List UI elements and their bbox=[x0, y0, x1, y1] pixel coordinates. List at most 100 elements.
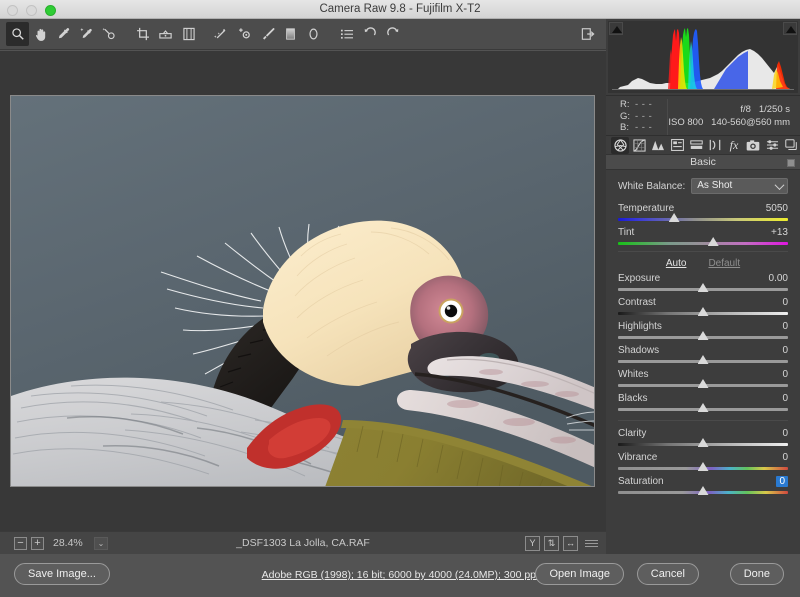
slider-knob-tint[interactable] bbox=[707, 237, 719, 246]
radial-filter-tool[interactable] bbox=[302, 22, 325, 46]
slider-knob-shadows[interactable] bbox=[697, 355, 709, 364]
red-eye-tool[interactable] bbox=[233, 22, 256, 46]
slider-track-exposure[interactable] bbox=[618, 283, 788, 292]
slider-track-contrast[interactable] bbox=[618, 307, 788, 316]
slider-knob-highlights[interactable] bbox=[697, 331, 709, 340]
tab-split-toning[interactable] bbox=[687, 137, 705, 154]
tab-tone-curve[interactable] bbox=[630, 137, 648, 154]
slider-knob-clarity[interactable] bbox=[697, 438, 709, 447]
slider-value-exposure[interactable]: 0.00 bbox=[769, 273, 788, 284]
tab-camera-calibration[interactable] bbox=[744, 137, 762, 154]
chevron-down-icon bbox=[774, 180, 785, 191]
slider-value-whites[interactable]: 0 bbox=[782, 369, 788, 380]
tab-lens-corrections[interactable] bbox=[706, 137, 724, 154]
slider-value-saturation[interactable]: 0 bbox=[776, 476, 788, 487]
open-image-button[interactable]: Open Image bbox=[535, 563, 624, 585]
rgb-row-g: G: - - - bbox=[620, 111, 667, 123]
slider-label-clarity: Clarity bbox=[618, 428, 647, 439]
cancel-button[interactable]: Cancel bbox=[636, 563, 699, 585]
slider-track-whites[interactable] bbox=[618, 379, 788, 388]
targeted-adjustment-tool[interactable] bbox=[98, 22, 121, 46]
tab-presets[interactable] bbox=[763, 137, 781, 154]
highlight-clipping-warning-icon[interactable] bbox=[783, 22, 797, 35]
slider-knob-exposure[interactable] bbox=[697, 283, 709, 292]
tab-effects[interactable]: fx bbox=[725, 137, 743, 154]
slider-shadows[interactable]: Shadows 0 bbox=[618, 345, 788, 364]
panel-menu-icon[interactable] bbox=[787, 159, 795, 167]
slider-vibrance[interactable]: Vibrance 0 bbox=[618, 452, 788, 471]
toggle-filmstrip-button[interactable] bbox=[578, 24, 598, 44]
slider-value-blacks[interactable]: 0 bbox=[782, 393, 788, 404]
histogram-svg bbox=[608, 21, 798, 93]
white-balance-tool[interactable] bbox=[52, 22, 75, 46]
slider-whites[interactable]: Whites 0 bbox=[618, 369, 788, 388]
rotate-right-tool[interactable] bbox=[381, 22, 404, 46]
file-name-label: _DSF1303 La Jolla, CA.RAF bbox=[236, 537, 370, 549]
save-image-button[interactable]: Save Image... bbox=[14, 563, 110, 585]
slider-knob-temperature[interactable] bbox=[668, 213, 680, 222]
slider-track-temperature[interactable] bbox=[618, 213, 788, 222]
graduated-filter-tool[interactable] bbox=[279, 22, 302, 46]
slider-track-tint[interactable] bbox=[618, 237, 788, 246]
slider-temperature[interactable]: Temperature 5050 bbox=[618, 203, 788, 222]
preferences-tool[interactable] bbox=[335, 22, 358, 46]
slider-track-blacks[interactable] bbox=[618, 403, 788, 412]
slider-blacks[interactable]: Blacks 0 bbox=[618, 393, 788, 412]
slider-knob-whites[interactable] bbox=[697, 379, 709, 388]
zoom-tool[interactable] bbox=[6, 22, 29, 46]
shadow-clipping-warning-icon[interactable] bbox=[609, 22, 623, 35]
rotate-left-tool[interactable] bbox=[358, 22, 381, 46]
tab-detail[interactable] bbox=[649, 137, 667, 154]
toggle-before-after-vertical-button[interactable]: ⇅ bbox=[544, 535, 559, 551]
straighten-tool[interactable] bbox=[154, 22, 177, 46]
auto-link[interactable]: Auto bbox=[666, 258, 687, 269]
slider-knob-blacks[interactable] bbox=[697, 403, 709, 412]
spot-removal-tool[interactable] bbox=[210, 22, 233, 46]
crop-tool[interactable] bbox=[131, 22, 154, 46]
slider-value-highlights[interactable]: 0 bbox=[782, 321, 788, 332]
default-link[interactable]: Default bbox=[708, 258, 740, 269]
slider-value-contrast[interactable]: 0 bbox=[782, 297, 788, 308]
done-button[interactable]: Done bbox=[729, 563, 784, 585]
image-preview-area[interactable] bbox=[0, 51, 606, 531]
slider-label-tint: Tint bbox=[618, 227, 635, 238]
white-balance-value: As Shot bbox=[697, 180, 733, 191]
slider-value-clarity[interactable]: 0 bbox=[782, 428, 788, 439]
tab-hsl-grayscale[interactable] bbox=[668, 137, 686, 154]
preview-options-icon[interactable] bbox=[585, 539, 598, 547]
slider-value-vibrance[interactable]: 0 bbox=[782, 452, 788, 463]
panel-title-bar: Basic bbox=[606, 154, 800, 170]
slider-track-highlights[interactable] bbox=[618, 331, 788, 340]
slider-saturation[interactable]: Saturation 0 bbox=[618, 476, 788, 495]
slider-knob-saturation[interactable] bbox=[697, 486, 709, 495]
slider-track-saturation[interactable] bbox=[618, 486, 788, 495]
histogram-panel bbox=[606, 19, 800, 95]
toggle-highlight-clipping-button[interactable]: Y bbox=[525, 535, 540, 551]
white-balance-select[interactable]: As Shot bbox=[691, 178, 788, 194]
toggle-before-after-horizontal-button[interactable]: ↔ bbox=[563, 535, 578, 551]
slider-value-shadows[interactable]: 0 bbox=[782, 345, 788, 356]
tab-snapshots[interactable] bbox=[782, 137, 800, 154]
color-sampler-tool[interactable] bbox=[75, 22, 98, 46]
slider-clarity[interactable]: Clarity 0 bbox=[618, 428, 788, 447]
slider-value-tint[interactable]: +13 bbox=[771, 227, 788, 238]
slider-value-temperature[interactable]: 5050 bbox=[766, 203, 788, 214]
slider-contrast[interactable]: Contrast 0 bbox=[618, 297, 788, 316]
slider-tint[interactable]: Tint +13 bbox=[618, 227, 788, 246]
hand-tool[interactable] bbox=[29, 22, 52, 46]
lens-value: 140-560@560 mm bbox=[711, 117, 790, 128]
slider-highlights[interactable]: Highlights 0 bbox=[618, 321, 788, 340]
slider-track-shadows[interactable] bbox=[618, 355, 788, 364]
toolbar-separator-2 bbox=[200, 22, 210, 46]
title-bar: Camera Raw 9.8 - Fujifilm X-T2 bbox=[0, 0, 800, 19]
adjustment-brush-tool[interactable] bbox=[256, 22, 279, 46]
slider-track-clarity[interactable] bbox=[618, 438, 788, 447]
rgb-value-g: - - - bbox=[635, 110, 653, 122]
slider-track-vibrance[interactable] bbox=[618, 462, 788, 471]
transform-tool[interactable] bbox=[177, 22, 200, 46]
rgb-value-b: - - - bbox=[635, 122, 653, 133]
slider-knob-vibrance[interactable] bbox=[697, 462, 709, 471]
slider-knob-contrast[interactable] bbox=[697, 307, 709, 316]
tab-basic[interactable] bbox=[611, 136, 629, 154]
slider-exposure[interactable]: Exposure 0.00 bbox=[618, 273, 788, 292]
